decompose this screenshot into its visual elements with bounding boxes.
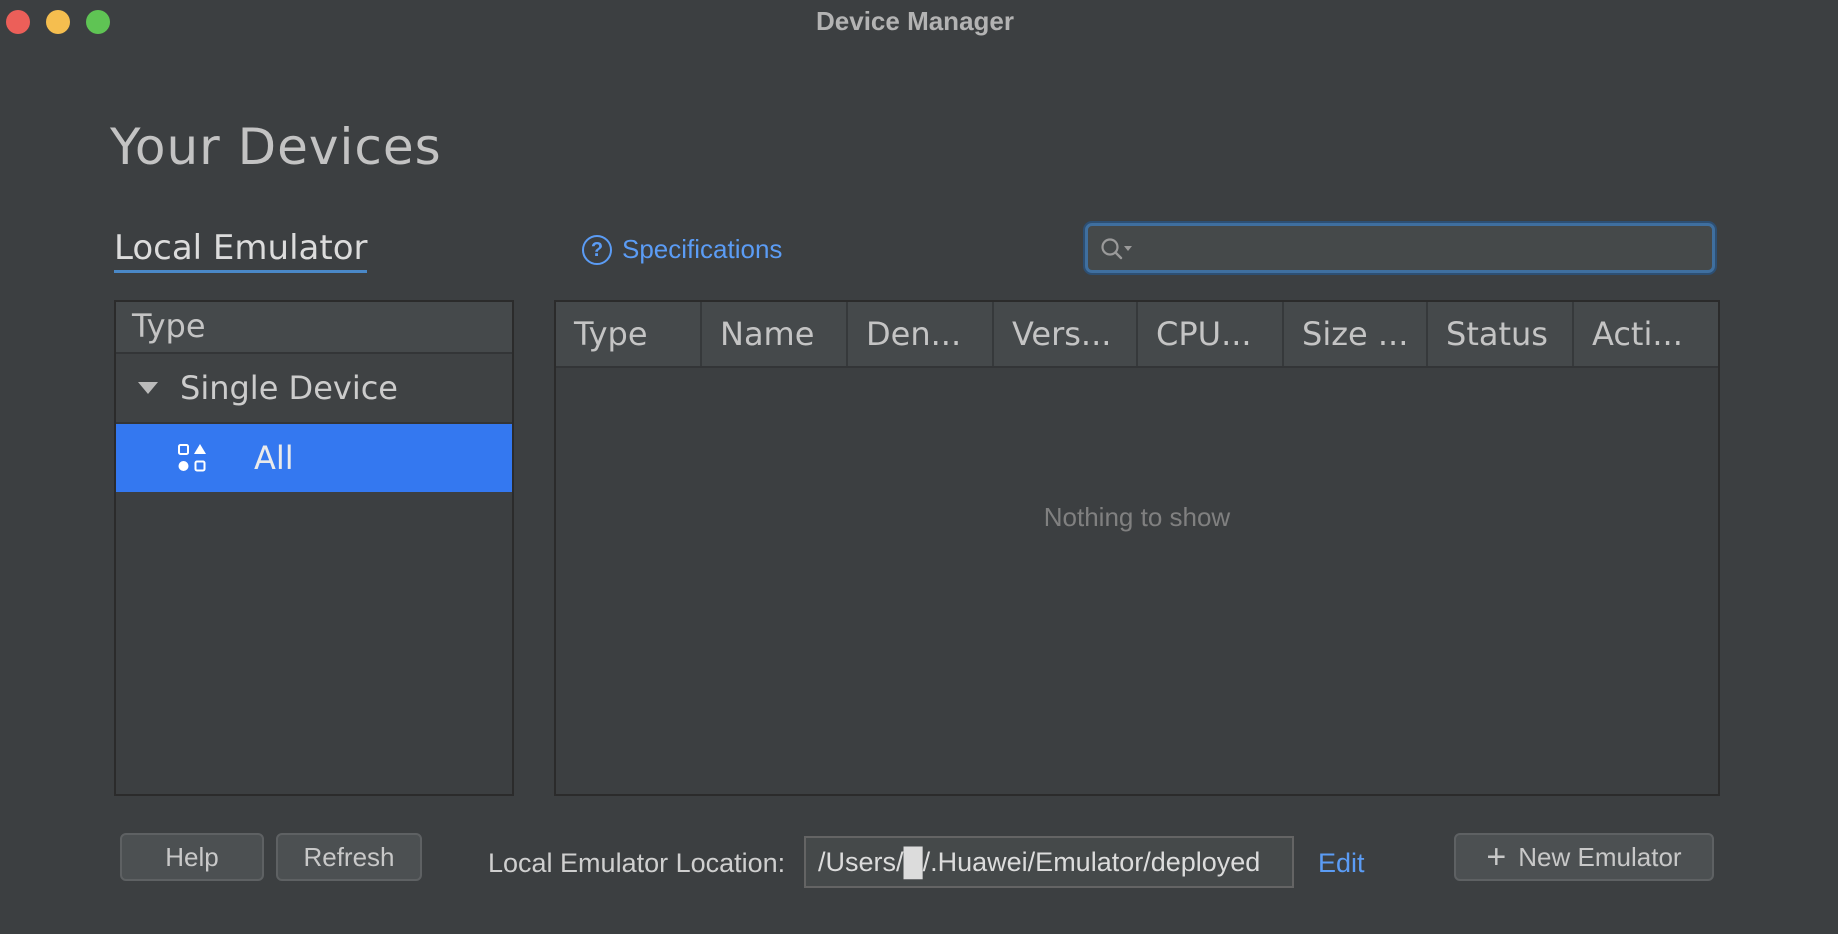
search-icon[interactable] <box>1100 236 1136 262</box>
help-circle-icon: ? <box>582 234 612 265</box>
column-header-density[interactable]: Den... <box>848 302 994 366</box>
column-header-status[interactable]: Status <box>1428 302 1574 366</box>
tree-group-label: Single Device <box>180 369 398 407</box>
column-header-cpu[interactable]: CPU... <box>1138 302 1284 366</box>
window-title: Device Manager <box>816 6 1014 36</box>
caret-down-icon[interactable] <box>138 382 158 394</box>
help-button[interactable]: Help <box>120 833 264 881</box>
type-filter-panel: Type Single Device All <box>114 300 514 796</box>
emulator-location-field[interactable]: /Users/█/.Huawei/Emulator/deployed <box>804 836 1294 888</box>
location-label: Local Emulator Location: <box>488 848 786 878</box>
devices-table: Type Name Den... Vers... CPU... Size ...… <box>554 300 1720 796</box>
column-header-type[interactable]: Type <box>556 302 702 366</box>
specifications-label: Specifications <box>622 234 783 264</box>
table-header: Type Name Den... Vers... CPU... Size ...… <box>556 302 1718 368</box>
column-header-size[interactable]: Size ... <box>1284 302 1428 366</box>
page-title: Your Devices <box>110 118 442 176</box>
search-field[interactable] <box>1085 223 1715 273</box>
new-emulator-button[interactable]: + New Emulator <box>1454 833 1714 881</box>
specifications-link[interactable]: ? Specifications <box>582 234 782 265</box>
title-bar: Device Manager <box>0 0 1838 44</box>
tab-local-emulator[interactable]: Local Emulator <box>114 228 368 273</box>
refresh-button[interactable]: Refresh <box>276 833 422 881</box>
column-header-actions[interactable]: Acti... <box>1574 302 1718 366</box>
edit-location-link[interactable]: Edit <box>1318 848 1365 879</box>
column-header-version[interactable]: Vers... <box>994 302 1138 366</box>
type-panel-header: Type <box>116 302 512 354</box>
column-header-name[interactable]: Name <box>702 302 848 366</box>
search-input[interactable] <box>1144 232 1708 266</box>
new-emulator-label: New Emulator <box>1518 841 1682 872</box>
empty-state-text: Nothing to show <box>1043 502 1231 532</box>
plus-icon: + <box>1486 838 1507 876</box>
tree-item-label: All <box>254 439 294 477</box>
all-devices-icon <box>178 444 206 472</box>
tree-item-all[interactable]: All <box>116 424 512 492</box>
tree-group-single-device[interactable]: Single Device <box>116 354 512 424</box>
